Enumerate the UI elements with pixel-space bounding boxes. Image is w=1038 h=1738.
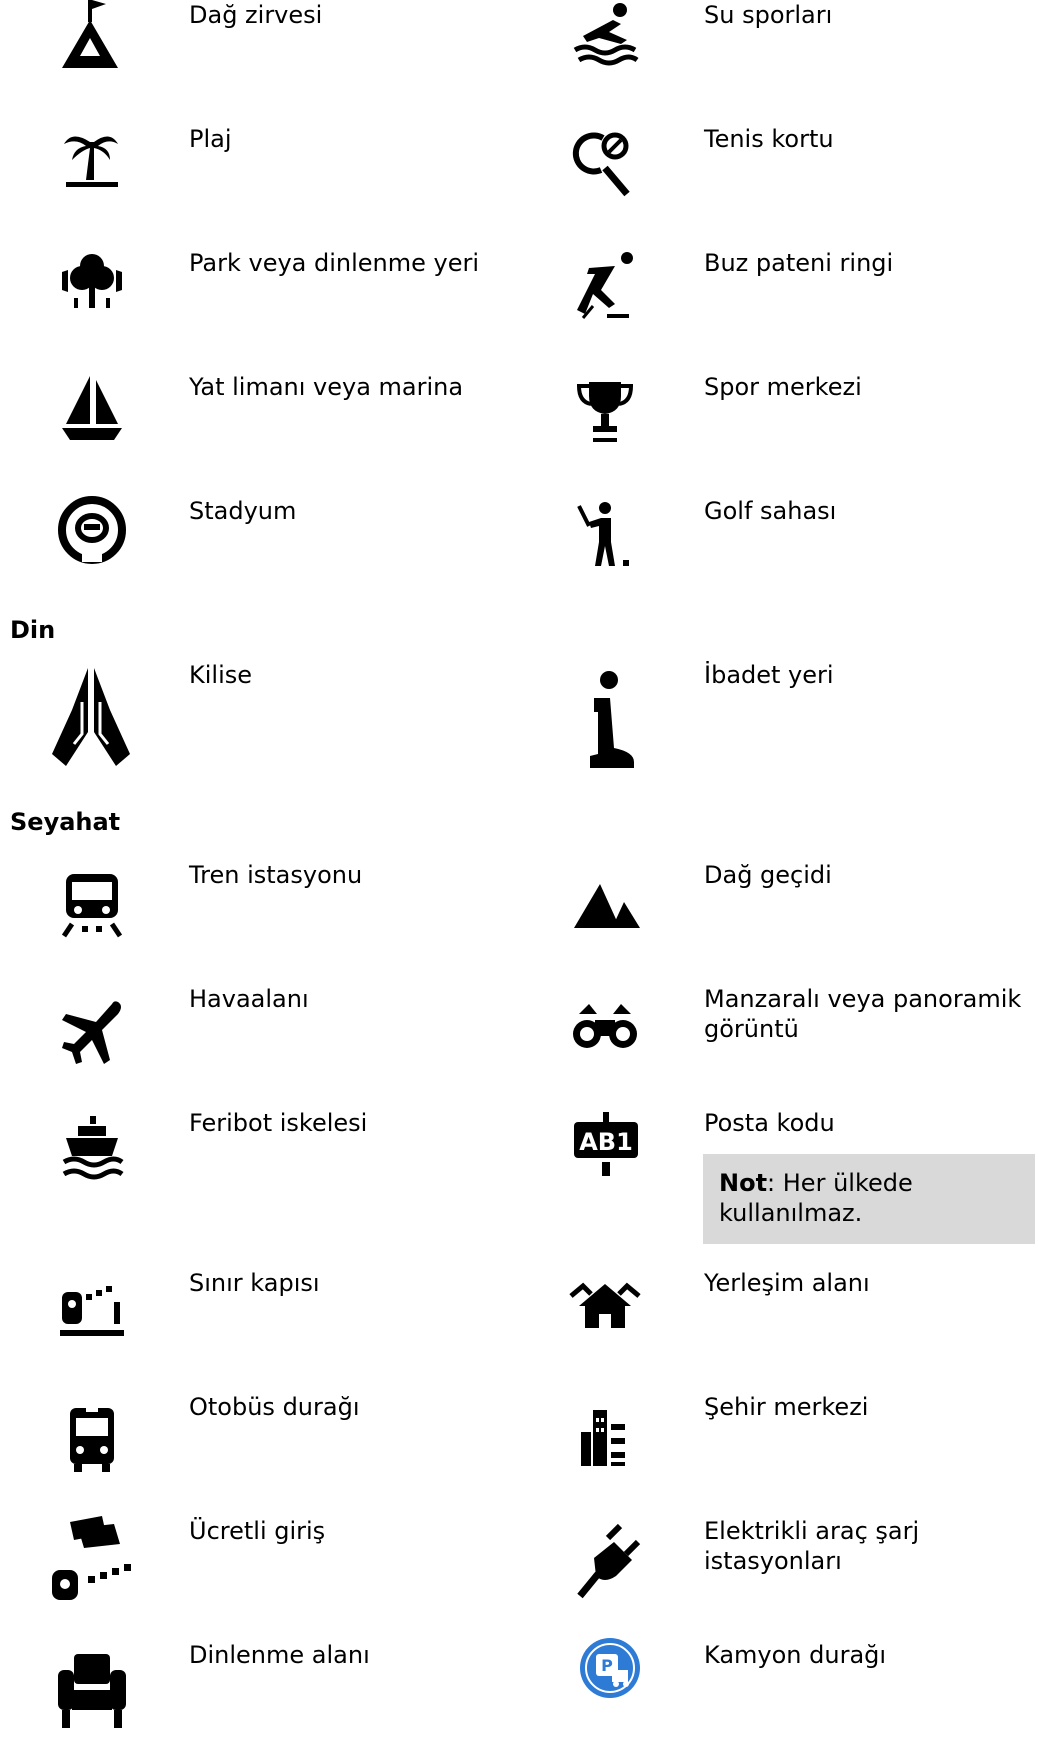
ferry-terminal-icon [52, 1110, 132, 1190]
label-marina: Yat limanı veya marina [189, 373, 464, 401]
marina-icon [52, 366, 132, 446]
label-mountain-peak: Dağ zirvesi [189, 1, 323, 29]
bus-stop-icon [52, 1398, 132, 1478]
label-stadium: Stadyum [189, 497, 297, 525]
section-heading-travel: Seyahat [10, 808, 121, 836]
note-label: Not [719, 1169, 768, 1197]
mountain-pass-icon [570, 866, 650, 946]
label-place-of-worship: İbadet yeri [704, 661, 834, 689]
svg-text:P: P [601, 1656, 613, 1675]
postcode-badge-text: AB1 [579, 1128, 633, 1156]
label-airport: Havaalanı [189, 985, 309, 1013]
train-station-icon [52, 866, 132, 946]
armchair-icon [52, 1640, 132, 1738]
section-heading-religion: Din [10, 616, 56, 644]
stadium-icon [52, 490, 132, 570]
label-beach: Plaj [189, 125, 232, 153]
mountain-peak-icon [50, 0, 130, 74]
sports-centre-icon [565, 368, 645, 448]
label-train-station: Tren istasyonu [189, 861, 363, 889]
label-ferry-terminal: Feribot iskelesi [189, 1109, 368, 1137]
label-toll-gate: Ücretli giriş [189, 1517, 326, 1545]
label-postcode: Posta kodu [704, 1109, 835, 1137]
water-sports-icon [565, 0, 645, 74]
postcode-icon: AB1 [566, 1108, 646, 1194]
label-church: Kilise [189, 661, 253, 689]
airport-icon [52, 990, 132, 1070]
label-sports-centre: Spor merkezi [704, 373, 862, 401]
label-truck-stop: Kamyon durağı [704, 1641, 887, 1669]
park-icon [52, 242, 132, 322]
binoculars-icon [565, 990, 645, 1070]
border-crossing-icon [52, 1272, 132, 1352]
residential-area-icon [565, 1266, 645, 1346]
label-ev-charging: Elektrikli araç şarj istasyonları [704, 1517, 920, 1575]
tennis-court-icon [565, 120, 645, 200]
ev-charging-icon [574, 1518, 646, 1602]
golf-course-icon [565, 492, 645, 572]
beach-icon [52, 118, 132, 198]
label-mountain-pass: Dağ geçidi [704, 861, 832, 889]
label-bus-stop: Otobüs durağı [189, 1393, 360, 1421]
label-residential-area: Yerleşim alanı [704, 1269, 870, 1297]
label-water-sports: Su sporları [704, 1, 833, 29]
toll-gate-icon [48, 1514, 144, 1614]
praying-hands-icon [46, 662, 136, 772]
label-park: Park veya dinlenme yeri [189, 249, 480, 277]
label-tennis-court: Tenis kortu [704, 125, 834, 153]
ice-skating-icon [565, 244, 645, 324]
label-rest-area: Dinlenme alanı [189, 1641, 370, 1669]
label-golf-course: Golf sahası [704, 497, 837, 525]
kneeling-figure-icon [574, 668, 644, 774]
label-ice-skating: Buz pateni ringi [704, 249, 894, 277]
truck-stop-icon: P [578, 1636, 642, 1700]
label-city-centre: Şehir merkezi [704, 1393, 869, 1421]
label-border-crossing: Sınır kapısı [189, 1269, 320, 1297]
note-box: Not: Her ülkede kullanılmaz. [703, 1154, 1035, 1244]
label-scenic-view: Manzaralı veya panoramik görüntü [704, 985, 1022, 1043]
city-centre-icon [565, 1396, 645, 1476]
